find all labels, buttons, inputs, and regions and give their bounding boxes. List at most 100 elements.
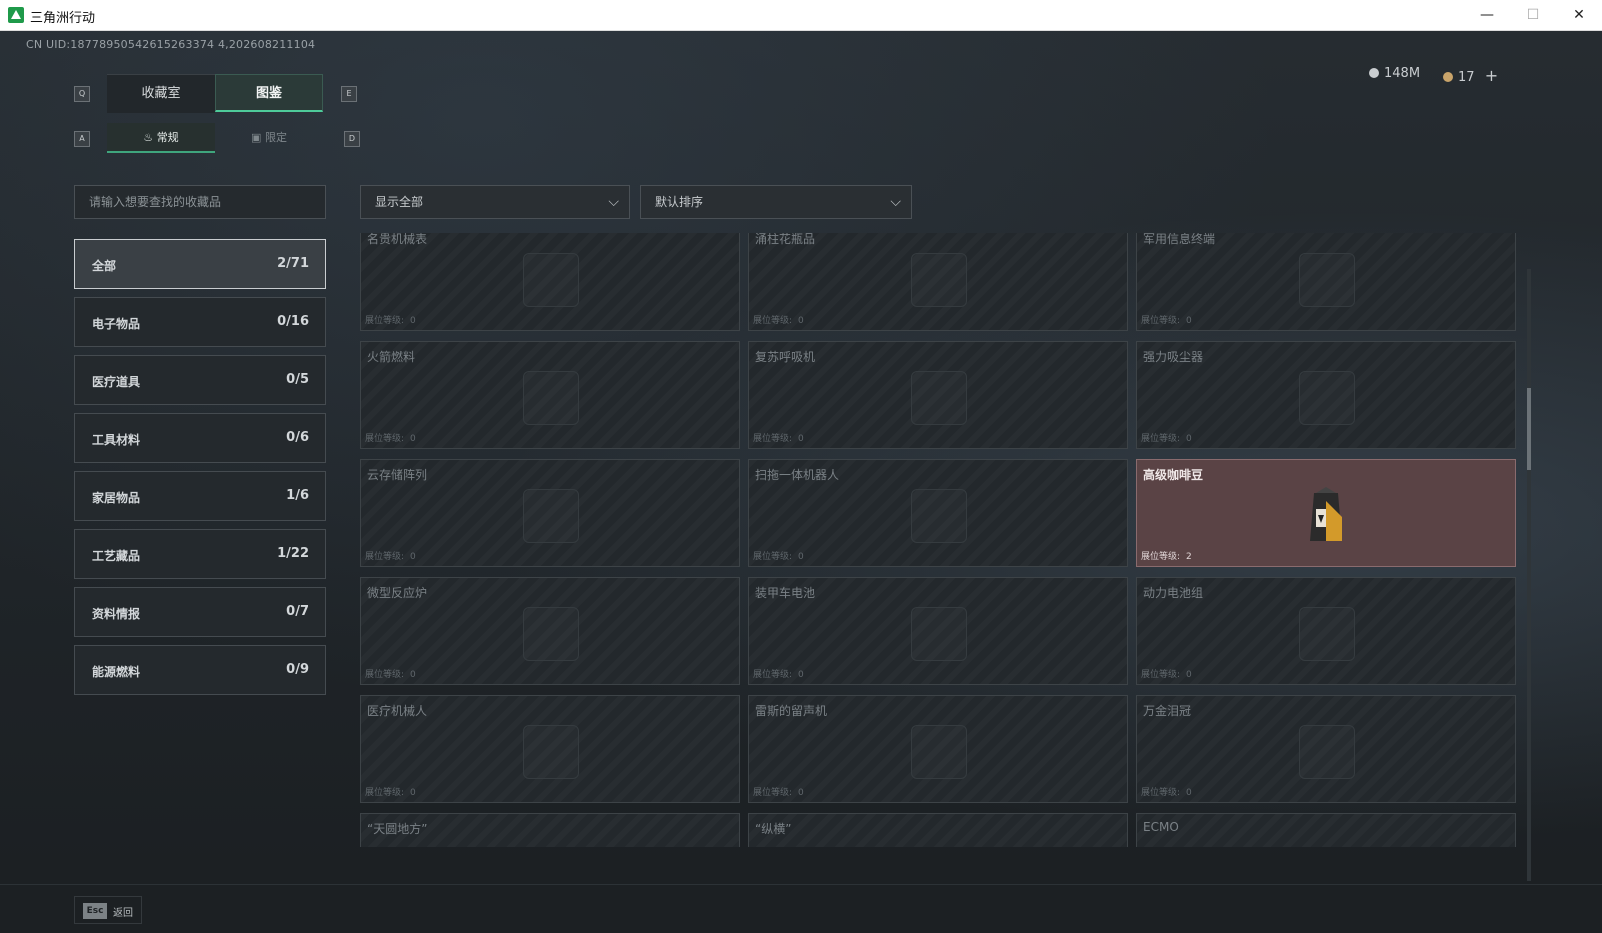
category-name: 工具材料 bbox=[92, 433, 141, 447]
category-household[interactable]: 家居物品 1/6 bbox=[74, 471, 326, 521]
card-level: 展位等级: 0 bbox=[365, 313, 416, 326]
collection-card[interactable]: “天圆地方” 展位等级:0 bbox=[360, 813, 740, 847]
back-button[interactable]: Esc 返回 bbox=[74, 896, 142, 924]
card-title: 雷斯的留声机 bbox=[755, 704, 828, 718]
bottom-bar bbox=[0, 884, 1602, 933]
tab-codex[interactable]: 图鉴 bbox=[215, 74, 323, 112]
item-silhouette-icon bbox=[911, 607, 967, 661]
close-button[interactable]: ✕ bbox=[1556, 0, 1602, 30]
collection-card[interactable]: 动力电池组 展位等级: 0 bbox=[1136, 577, 1516, 685]
subtab-limited[interactable]: ▣ 限定 bbox=[215, 123, 323, 153]
level-label: 展位等级: bbox=[1141, 552, 1181, 562]
level-label: 展位等级: bbox=[1141, 434, 1181, 444]
coin-value: 17 bbox=[1458, 70, 1475, 85]
gold-coin-icon bbox=[1443, 72, 1453, 82]
level-label: 展位等级: bbox=[365, 316, 405, 326]
chevron-down-icon: ⌵ bbox=[608, 194, 619, 210]
window-title: 三角洲行动 bbox=[30, 11, 96, 26]
item-silhouette-icon bbox=[911, 371, 967, 425]
collection-card[interactable]: 强力吸尘器 展位等级: 0 bbox=[1136, 341, 1516, 449]
category-medical[interactable]: 医疗道具 0/5 bbox=[74, 355, 326, 405]
level-value: 0 bbox=[1186, 788, 1192, 798]
category-electronics[interactable]: 电子物品 0/16 bbox=[74, 297, 326, 347]
card-level: 展位等级: 0 bbox=[753, 549, 804, 562]
collection-card[interactable]: 火箭燃料 展位等级: 0 bbox=[360, 341, 740, 449]
collection-card[interactable]: 涌柱花瓶品 展位等级: 0 bbox=[748, 233, 1128, 331]
level-label: 展位等级: bbox=[753, 552, 793, 562]
collection-card[interactable]: 扫拖一体机器人 展位等级: 0 bbox=[748, 459, 1128, 567]
level-label: 展位等级: bbox=[1141, 670, 1181, 680]
level-value: 2 bbox=[1186, 552, 1192, 562]
subtab-regular[interactable]: ♨ 常规 bbox=[107, 123, 215, 153]
sort-dropdown[interactable]: 默认排序 ⌵ bbox=[640, 185, 912, 219]
add-coins-button[interactable]: + bbox=[1485, 66, 1498, 85]
grid-scrollbar[interactable] bbox=[1527, 269, 1531, 881]
collection-card[interactable]: 微型反应炉 展位等级: 0 bbox=[360, 577, 740, 685]
item-silhouette-icon bbox=[1299, 725, 1355, 779]
level-value: 0 bbox=[1186, 316, 1192, 326]
level-label: 展位等级: bbox=[365, 670, 405, 680]
collection-grid: 名贵机械表 展位等级: 0 涌柱花瓶品 展位等级: 0 军用信息终端 展位等级: 0 … bbox=[356, 233, 1524, 847]
card-level: 展位等级: 0 bbox=[753, 785, 804, 798]
collection-card[interactable]: 名贵机械表 展位等级: 0 bbox=[360, 233, 740, 331]
category-energy[interactable]: 能源燃料 0/9 bbox=[74, 645, 326, 695]
maximize-button[interactable]: ☐ bbox=[1510, 0, 1556, 30]
item-silhouette-icon bbox=[1299, 371, 1355, 425]
item-silhouette-icon bbox=[523, 725, 579, 779]
player-uid: CN UID:18778950542615263374 4,2026082111… bbox=[26, 38, 316, 51]
sort-dropdown-value: 默认排序 bbox=[655, 195, 704, 209]
item-silhouette-icon bbox=[523, 371, 579, 425]
card-title: 医疗机械人 bbox=[367, 704, 428, 718]
level-value: 0 bbox=[798, 434, 804, 444]
collection-card[interactable]: ECMO 展位等级:0 bbox=[1136, 813, 1516, 847]
filter-dropdown[interactable]: 显示全部 ⌵ bbox=[360, 185, 630, 219]
card-title: 火箭燃料 bbox=[367, 350, 416, 364]
level-value: 0 bbox=[798, 670, 804, 680]
category-name: 家居物品 bbox=[92, 491, 141, 505]
filter-dropdown-value: 显示全部 bbox=[375, 195, 424, 209]
category-count: 0/7 bbox=[286, 604, 309, 619]
level-label: 展位等级: bbox=[1141, 316, 1181, 326]
card-level: 展位等级: 0 bbox=[1141, 431, 1192, 444]
card-title: 动力电池组 bbox=[1143, 586, 1204, 600]
search-input[interactable] bbox=[74, 185, 326, 219]
category-count: 0/16 bbox=[277, 314, 309, 329]
category-crafts[interactable]: 工艺藏品 1/22 bbox=[74, 529, 326, 579]
collection-card[interactable]: 医疗机械人 展位等级: 0 bbox=[360, 695, 740, 803]
category-tools[interactable]: 工具材料 0/6 bbox=[74, 413, 326, 463]
collection-card[interactable]: 复苏呼吸机 展位等级: 0 bbox=[748, 341, 1128, 449]
level-value: 0 bbox=[410, 316, 416, 326]
card-title: 微型反应炉 bbox=[367, 586, 428, 600]
level-label: 展位等级: bbox=[1141, 788, 1181, 798]
collection-card[interactable]: 装甲车电池 展位等级: 0 bbox=[748, 577, 1128, 685]
collection-card[interactable]: “纵横” 展位等级:0 bbox=[748, 813, 1128, 847]
collection-card[interactable]: 雷斯的留声机 展位等级: 0 bbox=[748, 695, 1128, 803]
level-value: 0 bbox=[798, 788, 804, 798]
card-level: 展位等级: 0 bbox=[1141, 313, 1192, 326]
collection-card[interactable]: 云存储阵列 展位等级: 0 bbox=[360, 459, 740, 567]
minimize-button[interactable]: — bbox=[1464, 0, 1510, 30]
category-all[interactable]: 全部 2/71 bbox=[74, 239, 326, 289]
collection-card-unlocked[interactable]: 高级咖啡豆 展位等级: 2 bbox=[1136, 459, 1516, 567]
category-name: 医疗道具 bbox=[92, 375, 141, 389]
category-intel[interactable]: 资料情报 0/7 bbox=[74, 587, 326, 637]
level-value: 0 bbox=[410, 434, 416, 444]
card-level: 展位等级: 0 bbox=[365, 785, 416, 798]
level-label: 展位等级: bbox=[753, 316, 793, 326]
category-count: 0/5 bbox=[286, 372, 309, 387]
level-label: 展位等级: bbox=[365, 788, 405, 798]
grid-scrollbar-thumb[interactable] bbox=[1527, 388, 1531, 470]
category-name: 资料情报 bbox=[92, 607, 141, 621]
card-title: 装甲车电池 bbox=[755, 586, 816, 600]
esc-key-hint: Esc bbox=[83, 903, 107, 919]
back-label: 返回 bbox=[113, 908, 133, 919]
category-count: 2/71 bbox=[277, 256, 309, 271]
category-name: 全部 bbox=[92, 259, 117, 273]
card-title: ECMO bbox=[1143, 820, 1179, 834]
tab-collection-room[interactable]: 收藏室 bbox=[107, 74, 215, 113]
collection-card[interactable]: 万金泪冠 展位等级: 0 bbox=[1136, 695, 1516, 803]
item-silhouette-icon bbox=[523, 489, 579, 543]
category-count: 0/9 bbox=[286, 662, 309, 677]
image-icon: ▣ bbox=[251, 131, 262, 144]
collection-card[interactable]: 军用信息终端 展位等级: 0 bbox=[1136, 233, 1516, 331]
